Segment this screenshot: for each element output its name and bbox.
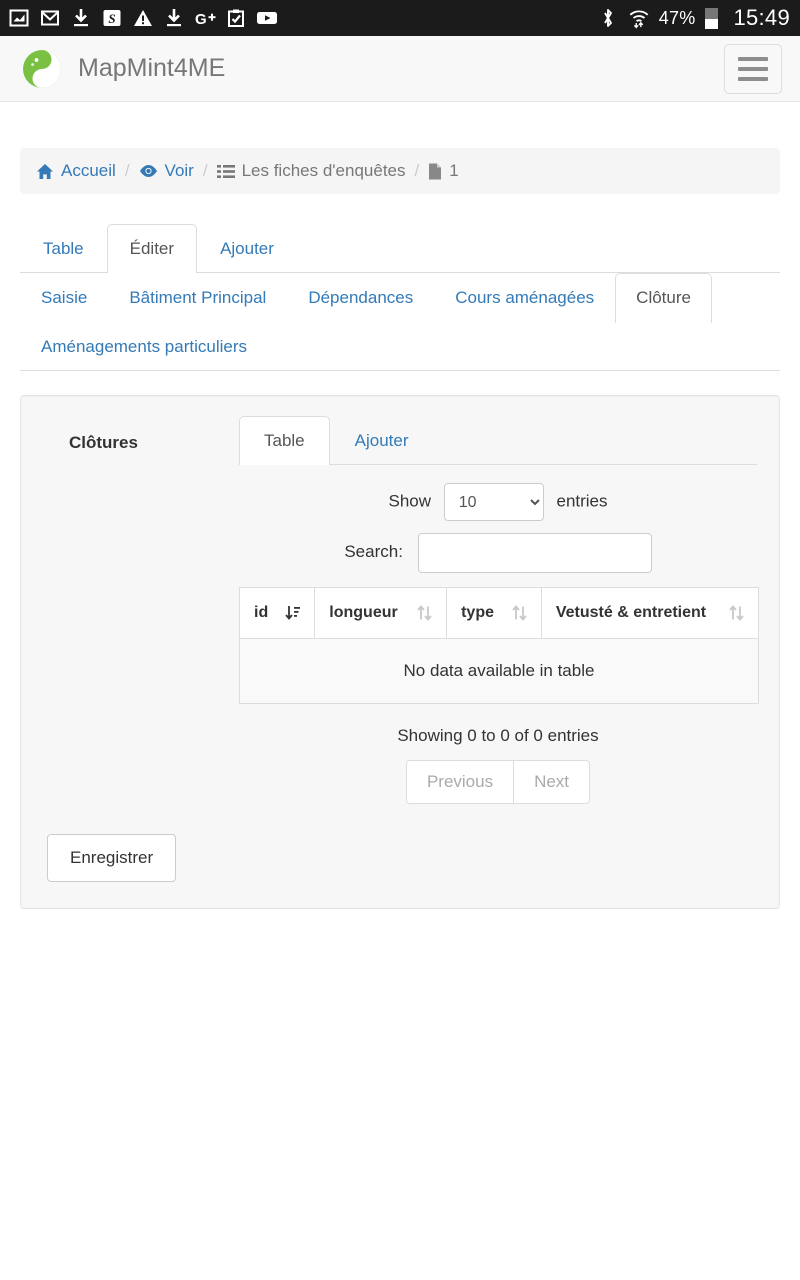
cloture-form-field: Table Ajouter Show 10 25 50 100 entries — [238, 416, 760, 805]
download-icon — [163, 7, 185, 29]
page-content: Accueil / Voir / Les fiches d'enquêtes /… — [0, 148, 800, 910]
sort-desc-icon — [285, 605, 301, 621]
breadcrumb: Accueil / Voir / Les fiches d'enquêtes /… — [20, 148, 780, 194]
wifi-icon — [628, 7, 650, 29]
breadcrumb-item-record: 1 — [428, 161, 459, 181]
breadcrumb-separator: / — [202, 161, 208, 180]
inner-tab-ajouter[interactable]: Ajouter — [330, 416, 434, 465]
app-header: MapMint4ME — [0, 36, 800, 102]
tab-table[interactable]: Table — [20, 224, 107, 273]
sort-both-icon — [512, 605, 527, 622]
subtab-saisie[interactable]: Saisie — [20, 273, 108, 322]
list-icon — [216, 164, 235, 179]
subtab-dependances[interactable]: Dépendances — [287, 273, 434, 322]
datatable-filter-control: Search: — [239, 533, 757, 574]
column-label: longueur — [329, 604, 398, 622]
hamburger-bar — [738, 76, 768, 81]
table-row: No data available in table — [239, 638, 759, 705]
table-head: id longueur type Vetusté & entretient — [238, 587, 760, 640]
bluetooth-icon — [597, 7, 619, 29]
previous-page-button[interactable]: Previous — [405, 760, 515, 805]
warning-icon — [132, 7, 154, 29]
column-header-id[interactable]: id — [238, 587, 316, 640]
cloture-panel: Clôtures Table Ajouter Show 10 25 50 100 — [20, 395, 780, 910]
datatable-pagination: Previous Next — [239, 760, 757, 805]
breadcrumb-item-fiches: Les fiches d'enquêtes — [216, 161, 406, 181]
column-label: type — [461, 604, 494, 622]
tab-ajouter[interactable]: Ajouter — [197, 224, 297, 273]
column-label: id — [254, 604, 269, 622]
s-app-icon: S — [101, 7, 123, 29]
cloture-section-label: Clôtures — [69, 433, 138, 453]
clipboard-check-icon — [225, 7, 247, 29]
image-icon — [8, 7, 30, 29]
column-header-type[interactable]: type — [446, 587, 542, 640]
subtab-cloture[interactable]: Clôture — [615, 273, 712, 323]
sub-tabs: Saisie Bâtiment Principal Dépendances Co… — [20, 273, 780, 372]
table-body: No data available in table — [239, 638, 759, 705]
status-system-icons: 47% 15:49 — [597, 5, 790, 31]
battery-percent-label: 47% — [658, 7, 696, 28]
column-header-longueur[interactable]: longueur — [314, 587, 448, 640]
svg-text:G: G — [195, 11, 207, 28]
table-header-row: id longueur type Vetusté & entretient — [238, 587, 760, 640]
cloture-form-row: Clôtures Table Ajouter Show 10 25 50 100 — [43, 416, 760, 805]
breadcrumb-label: Les fiches d'enquêtes — [241, 161, 406, 180]
subtab-cours-amenagees[interactable]: Cours aménagées — [434, 273, 615, 322]
breadcrumb-item-accueil[interactable]: Accueil — [36, 161, 116, 181]
brand[interactable]: MapMint4ME — [20, 47, 225, 91]
clock-label: 15:49 — [733, 5, 790, 30]
download-icon — [70, 7, 92, 29]
length-suffix-label: entries — [556, 491, 608, 511]
column-header-vetuste[interactable]: Vetusté & entretient — [540, 587, 760, 640]
sort-both-icon — [729, 605, 744, 622]
breadcrumb-label: 1 — [449, 161, 459, 180]
subtab-amenagements-particuliers[interactable]: Aménagements particuliers — [20, 322, 268, 371]
breadcrumb-item-voir[interactable]: Voir — [139, 161, 194, 181]
eye-icon — [139, 164, 158, 178]
main-tabs: Table Éditer Ajouter — [20, 224, 780, 274]
battery-icon — [705, 7, 719, 29]
sort-both-icon — [417, 605, 432, 622]
entries-per-page-select[interactable]: 10 25 50 100 — [443, 483, 544, 522]
home-icon — [36, 163, 54, 180]
tab-editer[interactable]: Éditer — [106, 224, 198, 274]
gmail-icon — [39, 7, 61, 29]
next-page-button[interactable]: Next — [514, 760, 591, 805]
hamburger-icon[interactable] — [724, 43, 782, 94]
save-button[interactable]: Enregistrer — [47, 834, 177, 883]
google-plus-icon: G — [194, 7, 216, 29]
file-icon — [428, 163, 442, 180]
app-title: MapMint4ME — [78, 54, 226, 82]
status-notification-icons: S G — [8, 7, 278, 29]
breadcrumb-separator: / — [414, 161, 420, 180]
datatable-length-control: Show 10 25 50 100 entries — [239, 483, 757, 522]
datatable-info: Showing 0 to 0 of 0 entries — [397, 726, 599, 746]
subtab-batiment-principal[interactable]: Bâtiment Principal — [108, 273, 287, 322]
mapmint-logo-icon — [20, 47, 64, 91]
svg-text:S: S — [108, 11, 115, 26]
clotures-table: id longueur type Vetusté & entretient No… — [238, 587, 760, 705]
search-label: Search: — [344, 542, 403, 562]
datatable: Show 10 25 50 100 entries Search: — [238, 465, 760, 805]
empty-table-message: No data available in table — [239, 638, 759, 705]
breadcrumb-label: Voir — [164, 161, 194, 180]
hamburger-bar — [738, 56, 768, 61]
android-status-bar: S G 47% 15:49 — [0, 0, 800, 36]
cloture-inner-tabs: Table Ajouter — [239, 416, 757, 466]
youtube-icon — [256, 7, 278, 29]
hamburger-bar — [738, 66, 768, 71]
search-input[interactable] — [417, 533, 652, 574]
breadcrumb-label: Accueil — [61, 161, 116, 180]
inner-tab-table[interactable]: Table — [239, 416, 330, 466]
column-label: Vetusté & entretient — [555, 604, 707, 622]
length-prefix-label: Show — [388, 491, 432, 511]
breadcrumb-separator: / — [124, 161, 130, 180]
